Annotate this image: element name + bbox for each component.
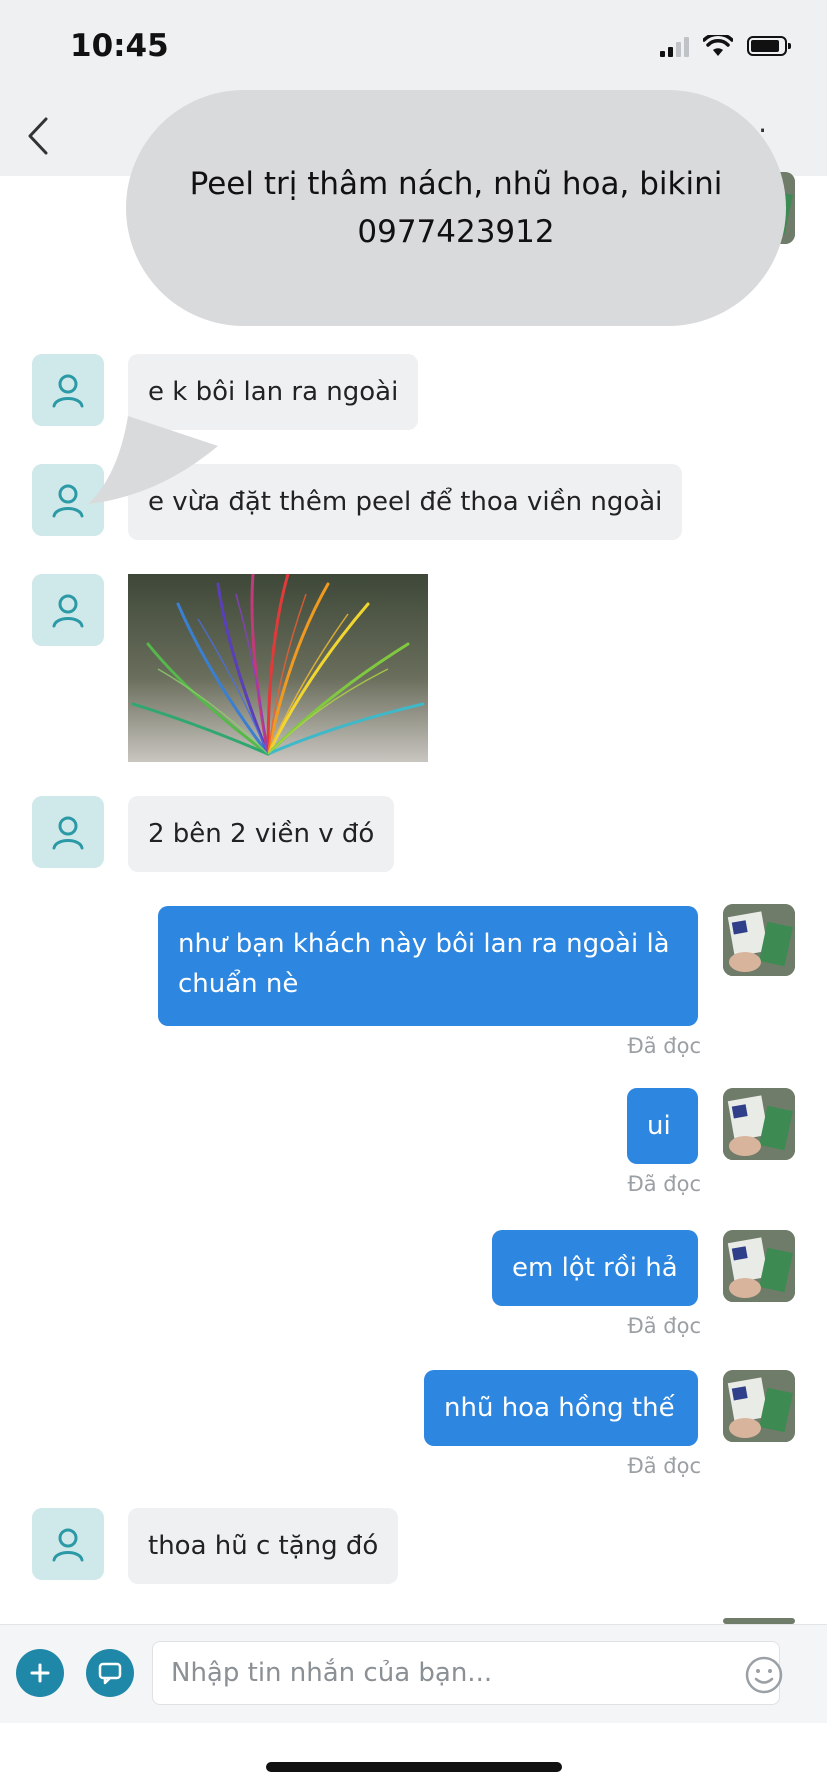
my-avatar[interactable] xyxy=(723,1088,795,1160)
battery-icon xyxy=(747,36,791,56)
user-icon xyxy=(52,816,84,850)
message-bubble-incoming[interactable]: thoa hũ c tặng đó xyxy=(128,1508,399,1584)
message-bubble-outgoing[interactable]: em lột rồi hả xyxy=(492,1230,698,1306)
overlay-text-line1: Peel trị thâm nách, nhũ hoa, bikini xyxy=(189,165,723,202)
status-time: 10:45 xyxy=(70,28,169,64)
quick-reply-button[interactable] xyxy=(86,1649,134,1697)
user-icon xyxy=(52,484,84,518)
contact-avatar[interactable] xyxy=(32,796,104,868)
overlay-speech-bubble: Peel trị thâm nách, nhũ hoa, bikini 0977… xyxy=(126,90,786,326)
message-bubble-outgoing[interactable]: nhũ hoa hồng thế xyxy=(424,1370,698,1446)
smiley-icon xyxy=(745,1656,783,1694)
chat-bubble-icon xyxy=(98,1662,122,1685)
read-status: Đã đọc xyxy=(627,1172,701,1196)
message-bubble-outgoing[interactable]: ui xyxy=(627,1088,698,1164)
add-attachment-button[interactable] xyxy=(16,1649,64,1697)
contact-avatar[interactable] xyxy=(32,574,104,646)
my-avatar[interactable] xyxy=(723,1370,795,1442)
user-icon xyxy=(52,374,84,408)
chat-area: Peel trị thâm nách, nhũ hoa, bikini 0977… xyxy=(0,90,827,1624)
overlay-phone-number: 0977423912 xyxy=(357,214,555,250)
cellular-signal-icon xyxy=(660,35,689,57)
contact-avatar[interactable] xyxy=(32,1508,104,1580)
wifi-icon xyxy=(703,35,733,56)
my-avatar[interactable] xyxy=(723,904,795,976)
message-bubble-outgoing[interactable]: như bạn khách này bôi lan ra ngoài là ch… xyxy=(158,906,698,1026)
message-image-incoming[interactable] xyxy=(128,574,428,762)
chevron-left-icon xyxy=(28,117,48,155)
status-bar: 10:45 xyxy=(0,0,827,100)
message-bubble-incoming[interactable]: 2 bên 2 viền v đó xyxy=(128,796,395,872)
message-composer xyxy=(0,1624,827,1723)
emoji-button[interactable] xyxy=(744,1655,784,1695)
read-status: Đã đọc xyxy=(627,1034,701,1058)
user-icon xyxy=(52,1528,84,1562)
user-icon xyxy=(52,594,84,628)
status-icons xyxy=(660,28,791,64)
home-indicator[interactable] xyxy=(266,1762,562,1772)
plus-icon xyxy=(30,1663,50,1683)
back-button[interactable] xyxy=(16,114,60,158)
my-avatar[interactable] xyxy=(723,1230,795,1302)
read-status: Đã đọc xyxy=(627,1314,701,1338)
censored-photo xyxy=(128,574,428,762)
read-status: Đã đọc xyxy=(627,1454,701,1478)
overlay-bubble-tail xyxy=(88,416,218,504)
message-input[interactable] xyxy=(152,1641,780,1705)
